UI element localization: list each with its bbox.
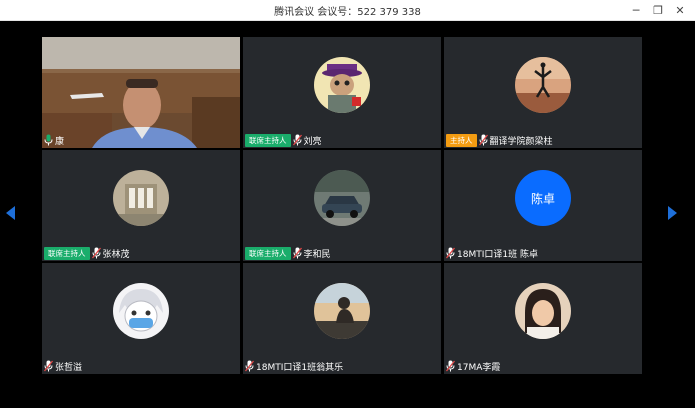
next-page-arrow-icon[interactable]: [668, 206, 677, 220]
close-icon[interactable]: ✕: [669, 1, 691, 19]
camera-video-feed: [42, 37, 240, 148]
participant-grid: 康 联席主持人 刘亮 主持人 翻译学院颜梁柱 联席主持人 张林茂 联席主持人 李…: [42, 37, 642, 374]
participant-name: 翻译学院颜梁柱: [489, 136, 553, 147]
participant-tile[interactable]: 主持人 翻译学院颜梁柱: [444, 37, 642, 148]
text-avatar: 陈卓: [515, 170, 571, 226]
cartoon-avatar-icon: [314, 57, 370, 113]
participant-name: 刘亮: [303, 136, 322, 147]
building-avatar-icon: [113, 170, 169, 226]
role-badge: 联席主持人: [44, 246, 90, 260]
participant-label: 18MTI口译1班翁其乐: [245, 359, 343, 373]
participant-tile[interactable]: 联席主持人 刘亮: [243, 37, 441, 148]
participant-label: 康: [44, 133, 64, 147]
participant-label: 17MA李霞: [446, 359, 500, 373]
participant-label: 主持人 翻译学院颜梁柱: [446, 133, 553, 147]
participant-name: 康: [55, 136, 65, 147]
microphone-icon: [245, 360, 254, 372]
participant-name: 17MA李霞: [457, 362, 501, 373]
microphone-icon: [91, 247, 101, 259]
sunset-person-avatar-icon: [314, 283, 370, 339]
participant-tile[interactable]: 联席主持人 张林茂: [42, 150, 240, 261]
prev-page-arrow-icon[interactable]: [6, 206, 15, 220]
participant-label: 18MTI口译1班 陈卓: [446, 246, 538, 260]
window-title: 腾讯会议 会议号：522 379 338: [274, 7, 421, 18]
participant-name: 18MTI口译1班翁其乐: [256, 362, 344, 373]
participant-label: 联席主持人 李和民: [245, 246, 331, 260]
participant-tile[interactable]: 陈卓 18MTI口译1班 陈卓: [444, 150, 642, 261]
microphone-icon: [446, 360, 455, 372]
participant-label: 联席主持人 张林茂: [44, 246, 130, 260]
restore-icon[interactable]: ❐: [647, 1, 669, 19]
microphone-icon: [478, 134, 488, 146]
role-badge: 联席主持人: [245, 246, 291, 260]
anime-mask-avatar-icon: [113, 283, 169, 339]
minimize-icon[interactable]: ─: [625, 1, 647, 19]
participant-tile[interactable]: 联席主持人 李和民: [243, 150, 441, 261]
participant-tile-video[interactable]: 康: [42, 37, 240, 148]
participant-name: 18MTI口译1班 陈卓: [457, 249, 538, 260]
microphone-icon: [292, 247, 302, 259]
participant-name: 张林茂: [102, 249, 130, 260]
participant-label: 联席主持人 刘亮: [245, 133, 322, 147]
participant-name: 李和民: [303, 249, 331, 260]
microphone-icon: [44, 134, 53, 146]
microphone-icon: [292, 134, 302, 146]
window-controls: ─ ❐ ✕: [625, 1, 691, 19]
girl-photo-avatar-icon: [515, 283, 571, 339]
microphone-icon: [44, 360, 53, 372]
microphone-icon: [446, 247, 455, 259]
participant-tile[interactable]: 17MA李霞: [444, 263, 642, 374]
title-bar: 腾讯会议 会议号：522 379 338 ─ ❐ ✕: [0, 0, 695, 21]
sunset-jump-avatar-icon: [515, 57, 571, 113]
participant-label: 张哲溢: [44, 359, 82, 373]
car-avatar-icon: [314, 170, 370, 226]
role-badge: 联席主持人: [245, 133, 291, 147]
participant-tile[interactable]: 张哲溢: [42, 263, 240, 374]
participant-name: 张哲溢: [55, 362, 83, 373]
participant-tile[interactable]: 18MTI口译1班翁其乐: [243, 263, 441, 374]
role-badge: 主持人: [446, 133, 477, 147]
